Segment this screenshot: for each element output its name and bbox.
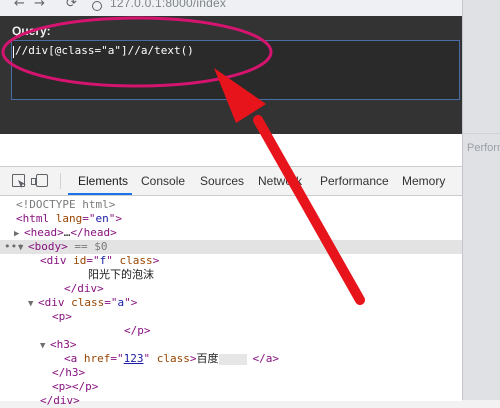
more-options-icon[interactable]: •••: [4, 240, 24, 254]
tree-row-div-f-close[interactable]: </div>: [0, 282, 462, 296]
active-tab-indicator: [68, 193, 132, 195]
inspect-element-icon[interactable]: [12, 174, 25, 187]
html-lang-value: en: [95, 212, 109, 225]
tree-row-div-f[interactable]: <div id="f" class>: [0, 254, 462, 268]
blurred-text: [218, 353, 247, 365]
tree-row-p-close[interactable]: </p>: [0, 324, 462, 338]
tree-row-div-f-text[interactable]: 阳光下的泡沫: [0, 268, 462, 282]
page-content-area: [0, 134, 462, 166]
background-window-edge: Perform: [462, 0, 500, 400]
gutter-divider: [463, 133, 500, 134]
tab-network[interactable]: Network: [258, 174, 302, 188]
anchor-href-link[interactable]: 123: [124, 352, 144, 365]
tab-memory[interactable]: Memory: [402, 174, 445, 188]
tree-row-anchor[interactable]: <a href="123" class>百度 </a>: [0, 352, 462, 366]
query-input[interactable]: //div[@class="a"]//a/text(): [11, 40, 460, 100]
toolbar-separator: [60, 173, 61, 189]
tab-performance[interactable]: Performance: [320, 174, 389, 188]
tree-row-h3[interactable]: ▼ <h3>: [0, 338, 462, 352]
tree-row-doctype[interactable]: <!DOCTYPE html>: [0, 198, 462, 212]
device-toolbar-icon[interactable]: [31, 174, 48, 187]
forward-arrow-icon[interactable]: →: [34, 0, 45, 11]
tab-elements[interactable]: Elements: [78, 174, 128, 188]
devtools-panel: Elements Console Sources Network Perform…: [0, 166, 462, 407]
selected-node-marker: == $0: [74, 240, 108, 253]
elements-tree: <!DOCTYPE html> <html lang="en"> ▶ <head>…: [0, 196, 462, 407]
tree-row-div-a-close[interactable]: </div>: [0, 394, 462, 408]
tree-row-head[interactable]: ▶ <head>…</head>: [0, 226, 462, 240]
reload-icon[interactable]: ⟳: [66, 0, 77, 11]
tree-row-empty-p[interactable]: <p></p>: [0, 380, 462, 394]
browser-toolbar: ← → ⟳ 127.0.0.1:8000/index: [0, 0, 462, 17]
doctype-text: <!DOCTYPE html>: [16, 198, 116, 211]
div-f-text: 阳光下的泡沫: [88, 268, 154, 281]
back-arrow-icon[interactable]: ←: [14, 0, 25, 11]
query-label: Query:: [12, 24, 51, 38]
xpath-helper-panel: Query: //div[@class="a"]//a/text(): [0, 16, 462, 134]
tree-row-h3-close[interactable]: </h3>: [0, 366, 462, 380]
tab-console[interactable]: Console: [141, 174, 185, 188]
address-bar-url[interactable]: 127.0.0.1:8000/index: [110, 0, 226, 10]
tree-row-body-selected[interactable]: ••• ▼ <body> == $0: [0, 240, 462, 254]
devtools-toolbar: Elements Console Sources Network Perform…: [0, 167, 462, 196]
query-text: //div[@class="a"]//a/text(): [15, 44, 194, 57]
site-info-icon[interactable]: [92, 1, 102, 11]
text-caret: [13, 45, 14, 58]
anchor-text: 百度: [196, 352, 219, 365]
tree-row-html[interactable]: <html lang="en">: [0, 212, 462, 226]
tree-row-div-a[interactable]: ▼ <div class="a">: [0, 296, 462, 310]
tree-row-p-open[interactable]: <p>: [0, 310, 462, 324]
tab-sources[interactable]: Sources: [200, 174, 244, 188]
background-tab-stub: Perform: [467, 142, 500, 154]
